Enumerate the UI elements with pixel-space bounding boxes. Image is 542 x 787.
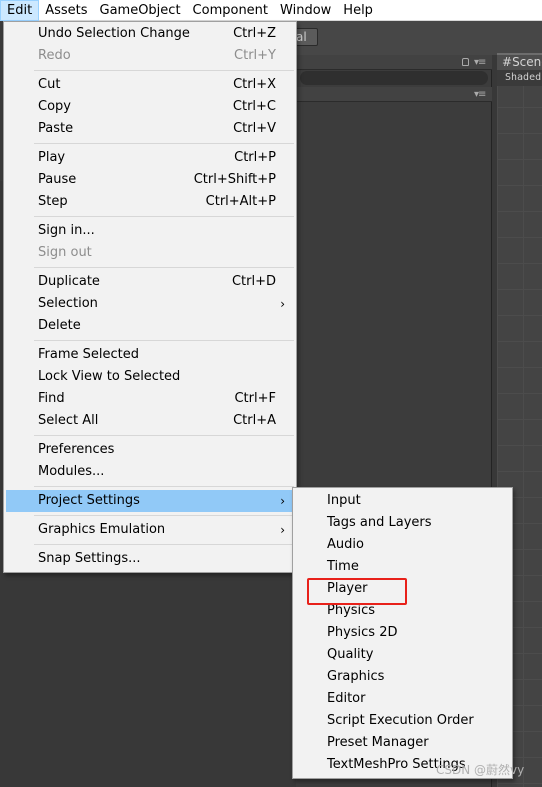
menu-item-select-all[interactable]: Select All Ctrl+A bbox=[6, 410, 294, 432]
menu-item-project-settings[interactable]: Project Settings › bbox=[6, 490, 294, 512]
menu-item-undo[interactable]: Undo Selection Change Ctrl+Z bbox=[6, 23, 294, 45]
hierarchy-subheader bbox=[296, 87, 492, 102]
lock-icon[interactable] bbox=[462, 58, 469, 66]
menu-item-paste[interactable]: Paste Ctrl+V bbox=[6, 118, 294, 140]
menu-separator bbox=[34, 435, 294, 436]
menu-item-label: Undo Selection Change bbox=[38, 26, 190, 41]
menu-separator bbox=[34, 143, 294, 144]
menu-assets[interactable]: Assets bbox=[39, 0, 93, 21]
edit-menu: Undo Selection Change Ctrl+Z Redo Ctrl+Y… bbox=[3, 21, 297, 573]
menu-item-label: Frame Selected bbox=[38, 347, 139, 362]
menu-item-preferences[interactable]: Preferences bbox=[6, 439, 294, 461]
menu-item-selection[interactable]: Selection › bbox=[6, 293, 294, 315]
menu-item-label: Paste bbox=[38, 121, 74, 136]
menu-gameobject[interactable]: GameObject bbox=[94, 0, 187, 21]
chevron-right-icon: › bbox=[280, 494, 285, 508]
shading-mode-dropdown[interactable]: Shaded bbox=[497, 70, 542, 86]
menu-item-snap-settings[interactable]: Snap Settings... bbox=[6, 548, 294, 570]
menu-item-label: Lock View to Selected bbox=[38, 369, 181, 384]
menu-item-find[interactable]: Find Ctrl+F bbox=[6, 388, 294, 410]
shortcut-label: Ctrl+Alt+P bbox=[205, 194, 276, 209]
submenu-item-graphics[interactable]: Graphics bbox=[295, 666, 510, 688]
submenu-item-editor[interactable]: Editor bbox=[295, 688, 510, 710]
menu-component[interactable]: Component bbox=[187, 0, 274, 21]
panel-menu-icon[interactable]: ▾≡ bbox=[474, 57, 486, 68]
menu-separator bbox=[34, 216, 294, 217]
menu-item-pause[interactable]: Pause Ctrl+Shift+P bbox=[6, 169, 294, 191]
menu-item-copy[interactable]: Copy Ctrl+C bbox=[6, 96, 294, 118]
menu-item-cut[interactable]: Cut Ctrl+X bbox=[6, 74, 294, 96]
menu-separator bbox=[34, 486, 294, 487]
menu-item-duplicate[interactable]: Duplicate Ctrl+D bbox=[6, 271, 294, 293]
menu-separator bbox=[34, 544, 294, 545]
watermark: CSDN @蔚然vy bbox=[436, 763, 525, 777]
submenu-item-tags-and-layers[interactable]: Tags and Layers bbox=[295, 512, 510, 534]
submenu-item-time[interactable]: Time bbox=[295, 556, 510, 578]
shortcut-label: Ctrl+V bbox=[233, 121, 276, 136]
shortcut-label: Ctrl+A bbox=[233, 413, 276, 428]
menu-window[interactable]: Window bbox=[274, 0, 337, 21]
menu-item-play[interactable]: Play Ctrl+P bbox=[6, 147, 294, 169]
submenu-item-preset-manager[interactable]: Preset Manager bbox=[295, 732, 510, 754]
chevron-right-icon: › bbox=[280, 297, 285, 311]
menu-item-label: Redo bbox=[38, 48, 71, 63]
menu-item-label: Modules... bbox=[38, 464, 105, 479]
menu-item-frame-selected[interactable]: Frame Selected bbox=[6, 344, 294, 366]
menu-item-graphics-emulation[interactable]: Graphics Emulation › bbox=[6, 519, 294, 541]
menu-help[interactable]: Help bbox=[337, 0, 379, 21]
submenu-item-physics-2d[interactable]: Physics 2D bbox=[295, 622, 510, 644]
menu-item-sign-out[interactable]: Sign out bbox=[6, 242, 294, 264]
submenu-item-quality[interactable]: Quality bbox=[295, 644, 510, 666]
menu-edit[interactable]: Edit bbox=[0, 0, 40, 21]
menu-item-label: Graphics Emulation bbox=[38, 522, 166, 537]
menu-item-lock-view[interactable]: Lock View to Selected bbox=[6, 366, 294, 388]
menu-item-label: Snap Settings... bbox=[38, 551, 141, 566]
menu-item-label: Select All bbox=[38, 413, 99, 428]
menu-item-label: Pause bbox=[38, 172, 77, 187]
menu-item-sign-in[interactable]: Sign in... bbox=[6, 220, 294, 242]
submenu-item-script-execution-order[interactable]: Script Execution Order bbox=[295, 710, 510, 732]
grid-icon: # bbox=[502, 55, 513, 69]
annotation-highlight-box bbox=[307, 578, 407, 605]
shortcut-label: Ctrl+Y bbox=[234, 48, 276, 63]
menu-item-redo[interactable]: Redo Ctrl+Y bbox=[6, 45, 294, 67]
menu-item-label: Step bbox=[38, 194, 68, 209]
project-settings-submenu: Input Tags and Layers Audio Time Player … bbox=[292, 487, 513, 779]
menu-item-delete[interactable]: Delete bbox=[6, 315, 294, 337]
submenu-item-audio[interactable]: Audio bbox=[295, 534, 510, 556]
menu-item-label: Duplicate bbox=[38, 274, 100, 289]
menu-item-step[interactable]: Step Ctrl+Alt+P bbox=[6, 191, 294, 213]
menu-item-label: Find bbox=[38, 391, 65, 406]
shortcut-label: Ctrl+D bbox=[231, 274, 276, 289]
menu-item-label: Preferences bbox=[38, 442, 115, 457]
menu-item-label: Copy bbox=[38, 99, 71, 114]
menu-item-label: Cut bbox=[38, 77, 61, 92]
shortcut-label: Ctrl+X bbox=[233, 77, 276, 92]
menu-item-label: Selection bbox=[38, 296, 98, 311]
hierarchy-search-input[interactable] bbox=[300, 71, 488, 85]
menu-item-label: Delete bbox=[38, 318, 81, 333]
menu-separator bbox=[34, 70, 294, 71]
shortcut-label: Ctrl+F bbox=[234, 391, 276, 406]
shortcut-label: Ctrl+C bbox=[232, 99, 276, 114]
scene-tab-label: Scene bbox=[512, 55, 542, 69]
menu-item-label: Sign in... bbox=[38, 223, 95, 238]
menu-item-modules[interactable]: Modules... bbox=[6, 461, 294, 483]
shortcut-label: Ctrl+Shift+P bbox=[193, 172, 276, 187]
shortcut-label: Ctrl+P bbox=[234, 150, 276, 165]
tab-scene[interactable]: #Scene bbox=[497, 53, 542, 70]
menu-separator bbox=[34, 267, 294, 268]
menu-item-label: Play bbox=[38, 150, 66, 165]
submenu-item-input[interactable]: Input bbox=[295, 490, 510, 512]
chevron-right-icon: › bbox=[280, 523, 285, 537]
menu-bar: Edit Assets GameObject Component Window … bbox=[0, 0, 542, 21]
menu-item-label: Project Settings bbox=[38, 493, 140, 508]
menu-item-label: Sign out bbox=[38, 245, 92, 260]
editor-toolbar bbox=[296, 21, 542, 55]
shortcut-label: Ctrl+Z bbox=[233, 26, 276, 41]
menu-separator bbox=[34, 515, 294, 516]
menu-separator bbox=[34, 340, 294, 341]
panel-menu-icon-2[interactable]: ▾≡ bbox=[474, 89, 486, 100]
